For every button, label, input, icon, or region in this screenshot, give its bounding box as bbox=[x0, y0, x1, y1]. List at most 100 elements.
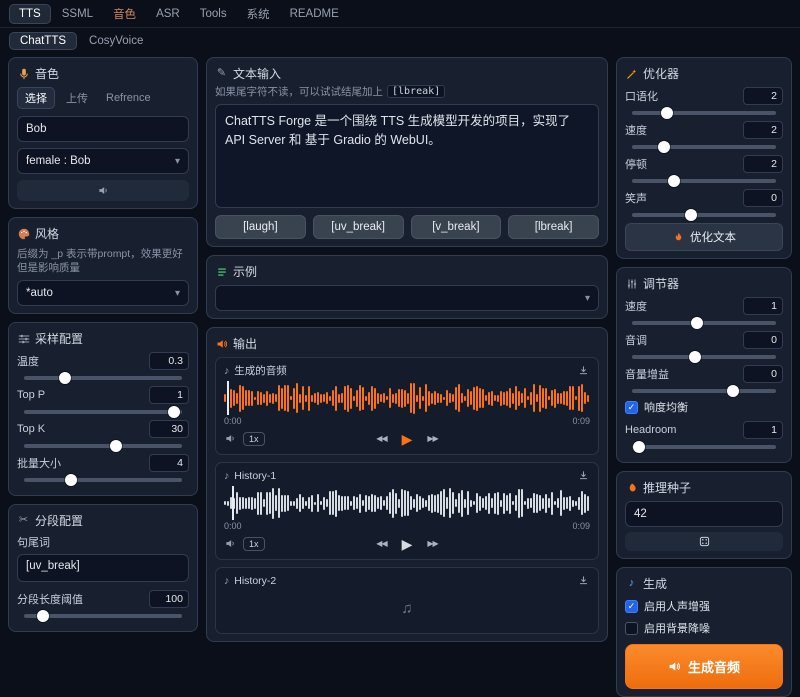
nav-tab-voices[interactable]: 音色 bbox=[104, 3, 145, 25]
slider-handle[interactable] bbox=[668, 175, 680, 187]
slider-value[interactable]: 30 bbox=[149, 420, 189, 438]
enhancer-panel: 优化器 口语化2 速度2 停顿2 笑声0 优化文本 bbox=[616, 57, 792, 259]
slider-track[interactable] bbox=[24, 376, 182, 380]
play-button[interactable]: ▶ bbox=[402, 537, 413, 551]
download-icon[interactable] bbox=[577, 574, 590, 587]
seed-input[interactable] bbox=[625, 501, 783, 527]
slider-track[interactable] bbox=[632, 389, 776, 393]
play-button[interactable]: ▶ bbox=[402, 432, 413, 446]
check-icon: ✓ bbox=[628, 402, 636, 413]
lbreak-token-button[interactable]: [lbreak] bbox=[508, 215, 599, 239]
laugh-token-button[interactable]: [laugh] bbox=[215, 215, 306, 239]
volume-icon[interactable] bbox=[224, 537, 237, 550]
slider-track[interactable] bbox=[632, 179, 776, 183]
slider-handle[interactable] bbox=[689, 351, 701, 363]
voice-tab-reference[interactable]: Refrence bbox=[99, 90, 158, 106]
slider-value[interactable]: 2 bbox=[743, 121, 783, 139]
tts-text-input[interactable]: ChatTTS Forge 是一个围绕 TTS 生成模型开发的项目，实现了 AP… bbox=[215, 104, 599, 208]
examples-dropdown[interactable]: ▾ bbox=[215, 285, 599, 311]
checkbox-checked[interactable]: ✓ bbox=[625, 600, 638, 613]
slider-label: 笑声 bbox=[625, 190, 647, 206]
generate-audio-label: 生成音频 bbox=[688, 657, 740, 676]
text-input-header: ✎ 文本输入 bbox=[215, 65, 599, 82]
slider-handle[interactable] bbox=[658, 141, 670, 153]
slider-track[interactable] bbox=[632, 213, 776, 217]
slider-track[interactable] bbox=[24, 614, 182, 618]
slider-value[interactable]: 100 bbox=[149, 590, 189, 608]
skip-forward-icon[interactable]: ▶▶ bbox=[427, 434, 437, 443]
slider-handle[interactable] bbox=[661, 107, 673, 119]
slider-value[interactable]: 0 bbox=[743, 331, 783, 349]
checkbox-checked[interactable]: ✓ bbox=[625, 401, 638, 414]
slider-handle[interactable] bbox=[110, 440, 122, 452]
nav-tab-ssml[interactable]: SSML bbox=[53, 5, 102, 23]
slider-value[interactable]: 0.3 bbox=[149, 352, 189, 370]
checkbox-unchecked[interactable] bbox=[625, 622, 638, 635]
nav-tab-tts[interactable]: TTS bbox=[9, 4, 51, 24]
headroom-slider: Headroom1 bbox=[625, 421, 783, 449]
slider-handle[interactable] bbox=[65, 474, 77, 486]
skip-back-icon[interactable]: ◀◀ bbox=[376, 539, 386, 548]
skip-back-icon[interactable]: ◀◀ bbox=[376, 434, 386, 443]
slider-value[interactable]: 1 bbox=[149, 386, 189, 404]
style-hint: 后缀为 _p 表示带prompt，效果更好但是影响质量 bbox=[17, 247, 189, 275]
playhead[interactable] bbox=[232, 486, 234, 520]
generate-audio-button[interactable]: 生成音频 bbox=[625, 644, 783, 689]
v-break-token-button[interactable]: [v_break] bbox=[411, 215, 502, 239]
slider-track[interactable] bbox=[24, 410, 182, 414]
slider-track[interactable] bbox=[632, 321, 776, 325]
checkbox-label: 启用人声增强 bbox=[644, 598, 710, 614]
slider-handle[interactable] bbox=[168, 406, 180, 418]
time-current: 0:00 bbox=[224, 416, 242, 426]
eos-input[interactable]: [uv_break] bbox=[17, 554, 189, 582]
voice-selector-dropdown[interactable]: female : Bob ▾ bbox=[17, 148, 189, 174]
volume-icon[interactable] bbox=[224, 432, 237, 445]
slider-track[interactable] bbox=[632, 145, 776, 149]
voice-name-input[interactable] bbox=[17, 116, 189, 142]
slider-value[interactable]: 0 bbox=[743, 365, 783, 383]
slider-handle[interactable] bbox=[691, 317, 703, 329]
enable-enhance-checkbox-row[interactable]: ✓ 启用人声增强 bbox=[625, 598, 783, 614]
voice-tabs: 选择 上传 Refrence bbox=[17, 87, 189, 109]
style-dropdown[interactable]: *auto ▾ bbox=[17, 280, 189, 306]
slider-track[interactable] bbox=[632, 355, 776, 359]
slider-handle[interactable] bbox=[727, 385, 739, 397]
slider-value[interactable]: 2 bbox=[743, 155, 783, 173]
slider-handle[interactable] bbox=[633, 441, 645, 453]
slider-track[interactable] bbox=[632, 111, 776, 115]
download-icon[interactable] bbox=[577, 469, 590, 482]
enable-denoise-checkbox-row[interactable]: 启用背景降噪 bbox=[625, 620, 783, 636]
subnav-tab-cosyvoice[interactable]: CosyVoice bbox=[81, 33, 151, 49]
uv-break-token-button[interactable]: [uv_break] bbox=[313, 215, 404, 239]
waveform[interactable] bbox=[224, 486, 590, 520]
slider-handle[interactable] bbox=[37, 610, 49, 622]
loudness-normalization-checkbox-row[interactable]: ✓ 响度均衡 bbox=[625, 399, 783, 415]
random-seed-button[interactable] bbox=[625, 532, 783, 551]
slider-handle[interactable] bbox=[685, 209, 697, 221]
volume-gain-slider: 音量增益0 bbox=[625, 365, 783, 393]
skip-forward-icon[interactable]: ▶▶ bbox=[427, 539, 437, 548]
playback-speed-button[interactable]: 1x bbox=[243, 432, 265, 446]
nav-tab-readme[interactable]: README bbox=[281, 5, 348, 23]
download-icon[interactable] bbox=[577, 364, 590, 377]
playback-speed-button[interactable]: 1x bbox=[243, 537, 265, 551]
nav-tab-asr[interactable]: ASR bbox=[147, 5, 189, 23]
voice-preview-button[interactable] bbox=[17, 180, 189, 201]
slider-handle[interactable] bbox=[59, 372, 71, 384]
slider-value[interactable]: 4 bbox=[149, 454, 189, 472]
subnav-tab-chattts[interactable]: ChatTTS bbox=[9, 32, 77, 50]
nav-tab-tools[interactable]: Tools bbox=[191, 5, 236, 23]
slider-value[interactable]: 1 bbox=[743, 421, 783, 439]
nav-tab-system[interactable]: 系统 bbox=[238, 3, 279, 25]
slider-track[interactable] bbox=[632, 445, 776, 449]
slider-track[interactable] bbox=[24, 444, 182, 448]
voice-tab-upload[interactable]: 上传 bbox=[59, 88, 95, 108]
slider-value[interactable]: 0 bbox=[743, 189, 783, 207]
waveform[interactable] bbox=[224, 381, 590, 415]
slider-value[interactable]: 2 bbox=[743, 87, 783, 105]
slider-track[interactable] bbox=[24, 478, 182, 482]
slider-value[interactable]: 1 bbox=[743, 297, 783, 315]
playhead[interactable] bbox=[227, 381, 229, 415]
optimize-text-button[interactable]: 优化文本 bbox=[625, 223, 783, 251]
voice-tab-select[interactable]: 选择 bbox=[17, 87, 55, 109]
